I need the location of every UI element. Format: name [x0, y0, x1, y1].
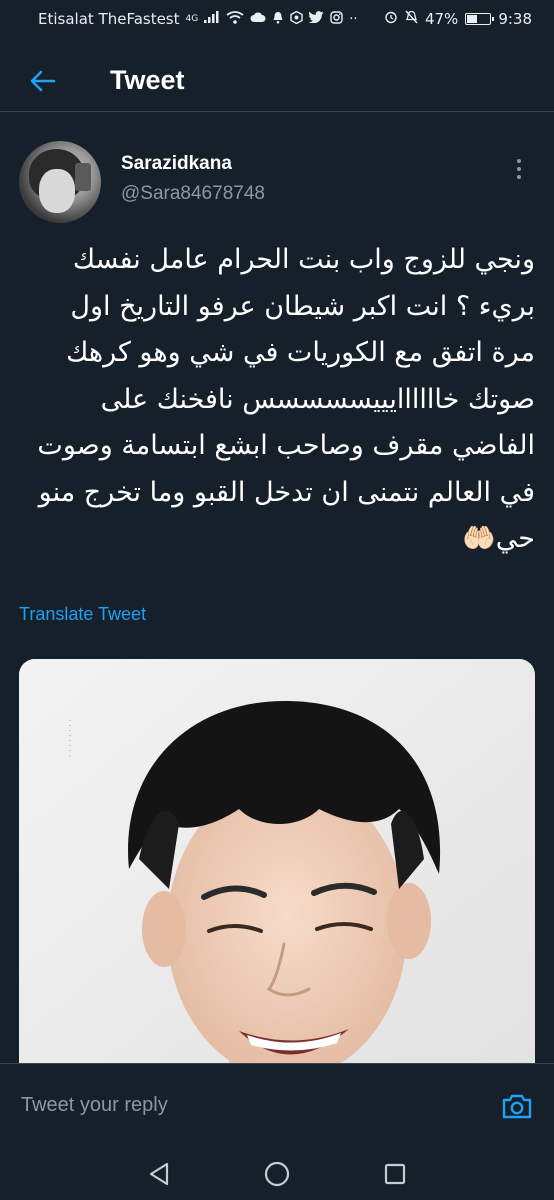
more-options-button[interactable] [504, 149, 534, 189]
instagram-icon [330, 10, 343, 28]
photo-portrait: · · · · · · · · [19, 659, 535, 1079]
back-button[interactable] [20, 58, 66, 104]
author-names: Sarazidkana @Sara84678748 [121, 141, 504, 205]
carrier-label: Etisalat TheFastest [38, 10, 180, 28]
clock: 9:38 [498, 10, 532, 28]
battery-level [467, 15, 478, 23]
mute-icon [405, 10, 418, 28]
wifi-icon [226, 10, 244, 28]
reply-bar [0, 1063, 554, 1147]
nav-home-button[interactable] [257, 1154, 297, 1194]
author-handle[interactable]: @Sara84678748 [121, 183, 504, 205]
status-left: Etisalat TheFastest 4G ·· [38, 10, 357, 28]
translate-tweet-link[interactable]: Translate Tweet [19, 604, 146, 625]
status-right: 47% 9:38 [384, 10, 532, 28]
nav-recents-button[interactable] [375, 1154, 415, 1194]
camera-icon [502, 1094, 532, 1118]
tweet-media-image[interactable]: · · · · · · · · [19, 659, 535, 1079]
nav-back-button[interactable] [139, 1154, 179, 1194]
reply-input[interactable] [19, 1093, 499, 1118]
app-hexagon-icon [290, 10, 303, 28]
network-label: 4G [185, 14, 199, 24]
twitter-bird-icon [308, 11, 324, 27]
more-vertical-icon [517, 159, 521, 163]
battery-percent: 47% [424, 10, 459, 28]
svg-text:· · · · · · · ·: · · · · · · · · [65, 719, 74, 757]
tweet-text: ونجي للزوج واب بنت الحرام عامل نفسك بريء… [28, 244, 535, 554]
top-app-bar: Tweet [0, 50, 554, 112]
battery-icon [465, 13, 495, 25]
arrow-left-icon [30, 70, 56, 91]
status-bar: Etisalat TheFastest 4G ·· 47% 9:38 [0, 0, 554, 38]
notification-bell-icon [272, 11, 284, 28]
signal-icon [204, 11, 220, 27]
page-title: Tweet [110, 65, 185, 95]
avatar[interactable] [19, 141, 101, 223]
system-nav-bar [0, 1147, 554, 1200]
camera-button[interactable] [499, 1088, 535, 1124]
more-notifications-icon: ·· [349, 11, 358, 27]
screen: Etisalat TheFastest 4G ·· 47% 9:38 Tweet… [0, 0, 554, 1200]
triangle-back-icon [149, 1162, 169, 1185]
cloud-icon [250, 12, 266, 27]
alarm-icon [384, 10, 398, 28]
circle-home-icon [264, 1161, 290, 1186]
author-display-name[interactable]: Sarazidkana [121, 153, 504, 175]
square-recents-icon [384, 1163, 406, 1184]
tweet-author: Sarazidkana @Sara84678748 [19, 141, 534, 227]
